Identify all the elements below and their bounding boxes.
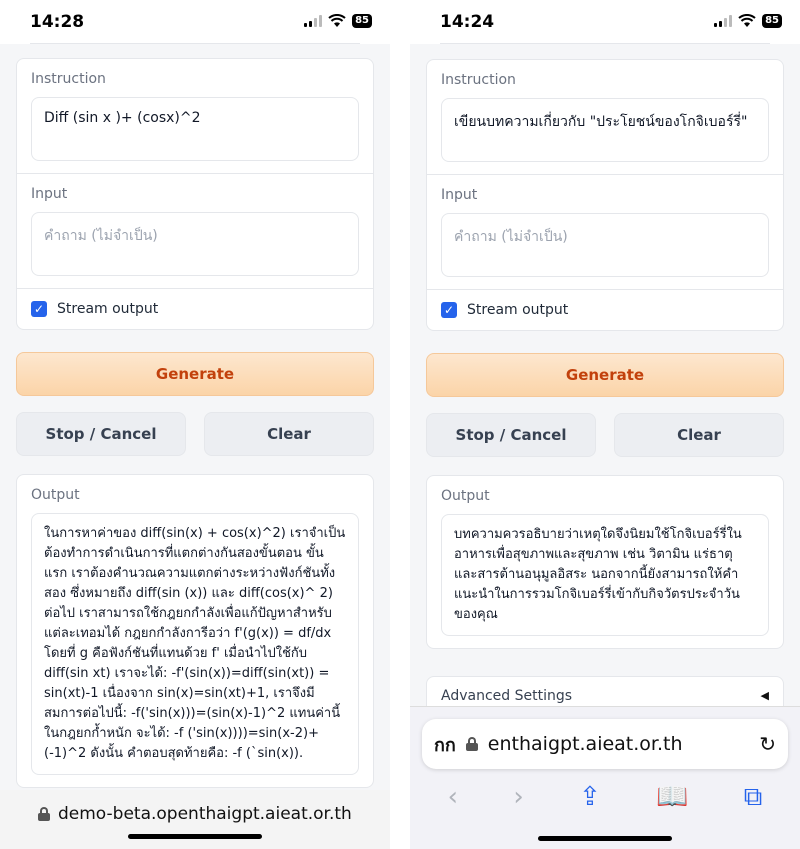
status-icons: 85 [714,14,782,28]
home-indicator [128,834,262,839]
safari-toolbar: กก enthaigpt.aieat.or.th ↻ ‹ › ⇪ 📖 ⧉ [410,706,800,849]
scrolled-content-edge [30,36,360,44]
stream-output-checkbox-row[interactable]: ✓ Stream output [31,301,359,317]
lock-icon [465,737,478,751]
instruction-input[interactable]: Diff (sin x )+ (cosx)^2 [31,97,359,161]
stop-cancel-button[interactable]: Stop / Cancel [426,413,596,457]
status-time: 14:28 [30,12,85,32]
clear-button[interactable]: Clear [204,412,374,456]
right-phone-screen: 14:24 85 Instruction เขียนบทความเกี่ยวกั… [410,0,800,849]
reload-icon[interactable]: ↻ [759,732,776,756]
input-field[interactable]: คำถาม (ไม่จำเป็น) [31,212,359,276]
form-card: Instruction เขียนบทความเกี่ยวกับ "ประโยช… [426,59,784,331]
lock-icon [38,807,50,821]
output-card: Output บทความควรอธิบายว่าเหตุใดจึงนิยมใช… [426,475,784,649]
input-section: Input คำถาม (ไม่จำเป็น) [17,174,373,289]
stream-section: ✓ Stream output [427,290,783,330]
bookmarks-icon[interactable]: 📖 [656,782,688,812]
battery-icon: 85 [352,14,372,28]
instruction-section: Instruction Diff (sin x )+ (cosx)^2 [17,59,373,174]
stream-output-checkbox-row[interactable]: ✓ Stream output [441,302,769,318]
clear-button[interactable]: Clear [614,413,784,457]
stream-output-label: Stream output [57,301,159,317]
input-field[interactable]: คำถาม (ไม่จำเป็น) [441,213,769,277]
battery-icon: 85 [762,14,782,28]
instruction-label: Instruction [31,71,106,87]
tabs-icon[interactable]: ⧉ [744,782,763,813]
output-section: Output บทความควรอธิบายว่าเหตุใดจึงนิยมใช… [427,476,783,648]
page-settings-button[interactable]: กก [434,730,456,759]
browser-nav-row: ‹ › ⇪ 📖 ⧉ [410,777,800,817]
address-bar[interactable]: กก enthaigpt.aieat.or.th ↻ [422,719,788,769]
output-text: ในการหาค่าของ diff(sin(x) + cos(x)^2) เร… [31,513,359,775]
output-text: บทความควรอธิบายว่าเหตุใดจึงนิยมใช้โกจิเบ… [441,514,769,636]
checkmark-icon[interactable]: ✓ [441,302,457,318]
checkmark-icon[interactable]: ✓ [31,301,47,317]
status-time: 14:24 [440,12,495,32]
output-label: Output [31,487,80,503]
wifi-icon [328,14,346,27]
input-section: Input คำถาม (ไม่จำเป็น) [427,175,783,290]
url-display[interactable]: demo-beta.openthaigpt.aieat.or.th [38,804,352,824]
wifi-icon [738,14,756,27]
address-bar[interactable]: demo-beta.openthaigpt.aieat.or.th [0,790,390,849]
instruction-section: Instruction เขียนบทความเกี่ยวกับ "ประโยช… [427,60,783,175]
stream-output-label: Stream output [467,302,569,318]
forward-icon[interactable]: › [513,782,523,812]
back-icon[interactable]: ‹ [448,782,458,812]
cellular-signal-icon [304,15,323,27]
generate-button[interactable]: Generate [426,353,784,397]
caret-left-icon[interactable]: ◀ [761,689,769,702]
output-label: Output [441,488,490,504]
cellular-signal-icon [714,15,733,27]
status-bar: 14:24 85 [410,0,800,44]
input-label: Input [441,187,478,203]
output-section: Output ในการหาค่าของ diff(sin(x) + cos(x… [17,475,373,787]
stop-cancel-button[interactable]: Stop / Cancel [16,412,186,456]
status-bar: 14:28 85 [0,0,390,44]
generate-button[interactable]: Generate [16,352,374,396]
input-label: Input [31,186,68,202]
form-card: Instruction Diff (sin x )+ (cosx)^2 Inpu… [16,58,374,330]
left-phone-screen: 14:28 85 Instruction Diff (sin x )+ (cos… [0,0,390,849]
instruction-label: Instruction [441,72,516,88]
scrolled-content-edge [440,36,770,44]
share-icon[interactable]: ⇪ [579,782,601,812]
status-icons: 85 [304,14,372,28]
advanced-settings-label: Advanced Settings [441,688,573,704]
home-indicator [538,836,672,841]
url-text[interactable]: enthaigpt.aieat.or.th [488,733,749,755]
instruction-input[interactable]: เขียนบทความเกี่ยวกับ "ประโยชน์ของโกจิเบอ… [441,98,769,162]
output-card: Output ในการหาค่าของ diff(sin(x) + cos(x… [16,474,374,788]
stream-section: ✓ Stream output [17,289,373,329]
url-text: demo-beta.openthaigpt.aieat.or.th [58,804,352,824]
